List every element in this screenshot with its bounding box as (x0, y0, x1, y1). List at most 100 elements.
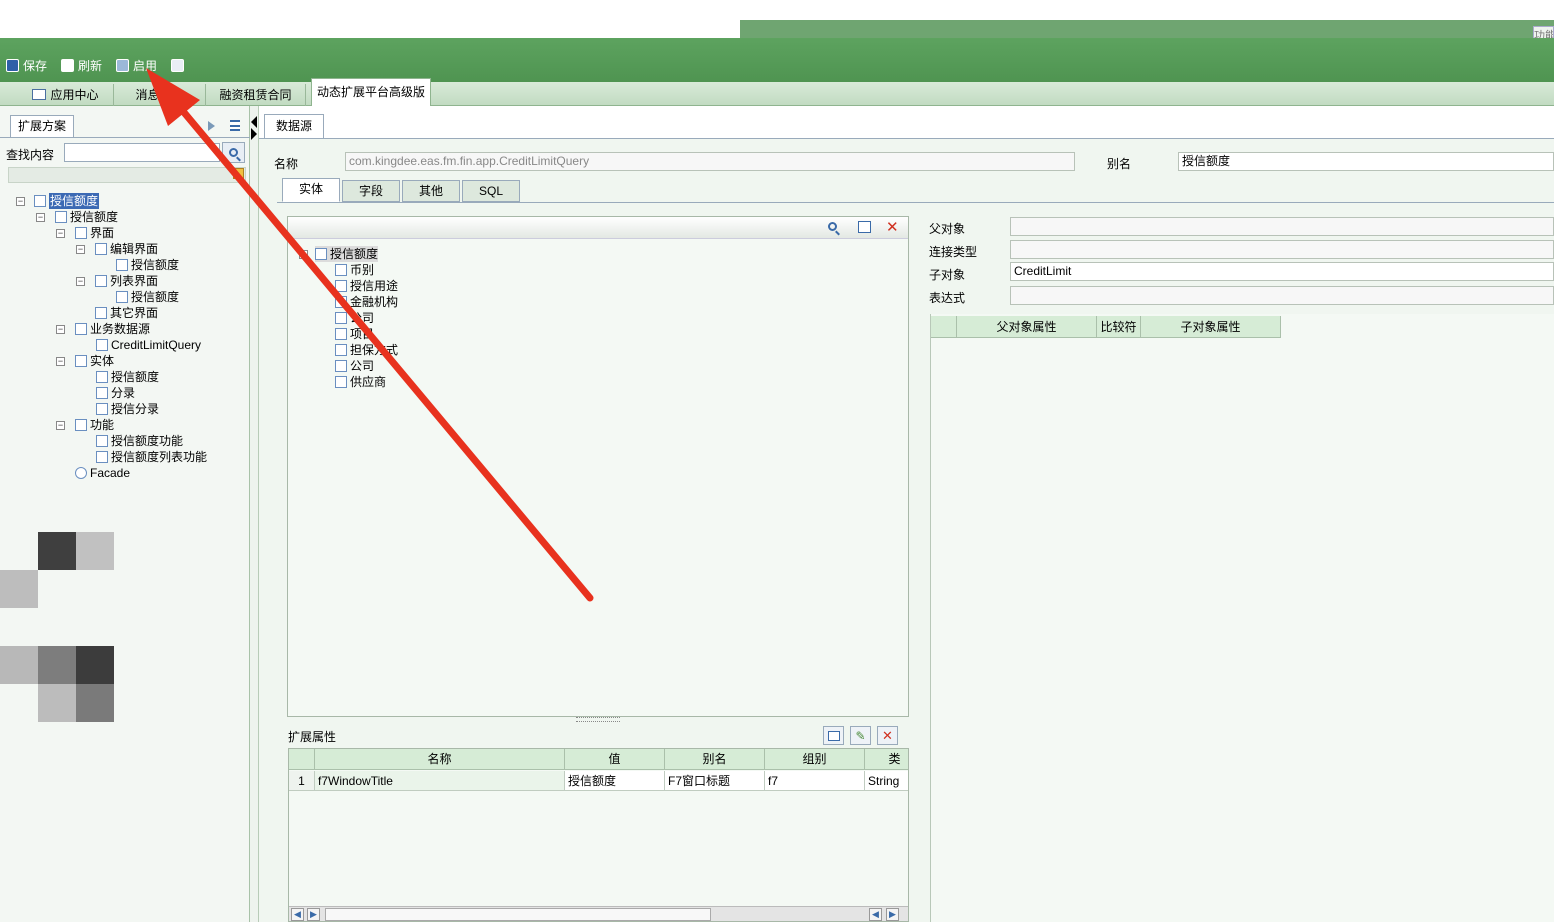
join-type-field[interactable] (1010, 240, 1554, 259)
redacted-block (76, 684, 114, 722)
entity-icon (75, 355, 87, 367)
collapse-toggle[interactable]: − (56, 229, 65, 238)
subtab-sql[interactable]: SQL (462, 180, 520, 202)
entity-node-guarantee[interactable]: 担保方式 (335, 342, 398, 358)
pencil-icon: ✎ (855, 728, 866, 743)
other-ui-icon (95, 307, 107, 319)
scroll-thumb[interactable] (325, 908, 711, 921)
tree-node-edit-ui[interactable]: 编辑界面 (95, 241, 158, 257)
enable-button[interactable]: 启用 (116, 56, 157, 74)
collapse-left-icon[interactable] (251, 116, 257, 128)
scroll-right-icon[interactable]: ▶ (886, 908, 899, 921)
tree-node-credit-limit-bo[interactable]: 授信额度 (55, 209, 118, 225)
tree-node-credit-entry[interactable]: 授信分录 (96, 401, 159, 417)
row-number: 1 (289, 771, 315, 791)
entity-node-financial-institution[interactable]: 金融机构 (335, 294, 398, 310)
entity-node-credit-purpose[interactable]: 授信用途 (335, 278, 398, 294)
cell-type[interactable]: String (865, 771, 908, 791)
subtab-field[interactable]: 字段 (342, 180, 400, 202)
entity-node-currency[interactable]: 币别 (335, 262, 374, 278)
column-header-group[interactable]: 组别 (765, 749, 865, 770)
entity-icon (335, 264, 347, 276)
entity-icon (335, 296, 347, 308)
edit-row-button[interactable]: ✎ (850, 726, 871, 745)
save-button[interactable]: 保存 (6, 56, 47, 74)
delete-row-button[interactable]: ✕ (877, 726, 898, 745)
column-header-child-attr[interactable]: 子对象属性 (1141, 316, 1281, 338)
row-number-header (289, 749, 315, 770)
cell-group[interactable]: f7 (765, 771, 865, 791)
insert-row-button[interactable] (823, 726, 844, 745)
panel-splitter[interactable] (250, 106, 259, 922)
entity-node-root[interactable]: 授信额度 (315, 246, 379, 262)
name-field[interactable]: com.kingdee.eas.fm.fin.app.CreditLimitQu… (345, 152, 1075, 171)
tree-node-business-datasource[interactable]: 业务数据源 (75, 321, 150, 337)
parent-object-field[interactable] (1010, 217, 1554, 236)
tree-node-credit-list-function[interactable]: 授信额度列表功能 (96, 449, 207, 465)
tools-icon (75, 419, 87, 431)
collapse-toggle[interactable]: − (76, 277, 85, 286)
cell-alias[interactable]: F7窗口标题 (665, 771, 765, 791)
expand-right-icon[interactable] (251, 128, 257, 140)
alias-field[interactable]: 授信额度 (1178, 152, 1554, 171)
tree-node-facade[interactable]: Facade (75, 465, 130, 481)
tab-app-center[interactable]: 应用中心 (18, 84, 114, 106)
scroll-left-icon[interactable]: ◀ (869, 908, 882, 921)
edit-button[interactable] (171, 56, 184, 74)
collapse-toggle[interactable]: − (299, 250, 308, 259)
scheme-tree: − 授信额度 − 授信额度 − 界面 − 编辑界面 授信额度 − 列表界面 授信… (0, 106, 250, 506)
tree-node-function[interactable]: 功能 (75, 417, 114, 433)
entity-node-project[interactable]: 项目 (335, 326, 374, 342)
tree-node-list-ui-credit-limit[interactable]: 授信额度 (116, 289, 179, 305)
scroll-left-icon[interactable]: ◀ (291, 908, 304, 921)
tree-node-list-ui[interactable]: 列表界面 (95, 273, 158, 289)
child-object-field[interactable]: CreditLimit (1010, 262, 1554, 281)
column-header-value[interactable]: 值 (565, 749, 665, 770)
tree-node-credit-function[interactable]: 授信额度功能 (96, 433, 183, 449)
extension-scheme-panel: 扩展方案 查找内容 − 授信额度 − 授信额度 − 界面 − 编辑界面 授信额度… (0, 106, 250, 922)
refresh-button[interactable]: 刷新 (61, 56, 102, 74)
tree-node-ui[interactable]: 界面 (75, 225, 114, 241)
horizontal-scrollbar[interactable]: ◀ ▶ ◀ ▶ (289, 906, 908, 921)
column-header-comparator[interactable]: 比较符 (1097, 316, 1141, 338)
list-ui-icon (95, 275, 107, 287)
expression-field[interactable] (1010, 286, 1554, 305)
tree-node-entity-credit-limit[interactable]: 授信额度 (96, 369, 159, 385)
redacted-block (0, 570, 38, 608)
tree-node-creditlimitquery[interactable]: CreditLimitQuery (96, 337, 201, 353)
collapse-toggle[interactable]: − (56, 421, 65, 430)
collapse-toggle[interactable]: − (56, 325, 65, 334)
splitter-handle[interactable] (576, 717, 620, 722)
tree-node-other-ui[interactable]: 其它界面 (95, 305, 158, 321)
tab-dynamic-extension[interactable]: 动态扩展平台高级版 (311, 78, 431, 106)
delete-icon[interactable]: ✕ (886, 218, 899, 236)
search-icon[interactable] (828, 222, 837, 231)
tree-node-edit-ui-credit-limit[interactable]: 授信额度 (116, 257, 179, 273)
entity-node-supplier[interactable]: 供应商 (335, 374, 386, 390)
tab-message-center[interactable]: 消息中心 (114, 84, 206, 106)
entity-node-company[interactable]: 公司 (335, 310, 374, 326)
collapse-toggle[interactable]: − (36, 213, 45, 222)
column-header-alias[interactable]: 别名 (665, 749, 765, 770)
entity-node-company-2[interactable]: 公司 (335, 358, 374, 374)
scroll-right-icon[interactable]: ▶ (307, 908, 320, 921)
collapse-toggle[interactable]: − (16, 197, 25, 206)
tree-node-entry[interactable]: 分录 (96, 385, 135, 401)
redacted-block (0, 646, 38, 684)
collapse-toggle[interactable]: − (76, 245, 85, 254)
cell-value[interactable]: 授信额度 (565, 771, 665, 791)
subtab-other[interactable]: 其他 (402, 180, 460, 202)
column-header-name[interactable]: 名称 (315, 749, 565, 770)
tab-finance-lease[interactable]: 融资租赁合同 (206, 84, 306, 106)
collapse-toggle[interactable]: − (56, 357, 65, 366)
subtab-entity[interactable]: 实体 (282, 178, 340, 202)
column-header-type[interactable]: 类 (865, 749, 908, 770)
entity-icon (335, 328, 347, 340)
add-entity-icon[interactable] (858, 221, 871, 233)
column-header-parent-attr[interactable]: 父对象属性 (957, 316, 1097, 338)
tree-node-credit-limit-root[interactable]: 授信额度 (34, 193, 100, 209)
cell-name[interactable]: f7WindowTitle (315, 771, 565, 791)
tab-datasource[interactable]: 数据源 (264, 114, 324, 138)
tree-node-entity[interactable]: 实体 (75, 353, 114, 369)
extended-attributes-label: 扩展属性 (288, 730, 337, 744)
